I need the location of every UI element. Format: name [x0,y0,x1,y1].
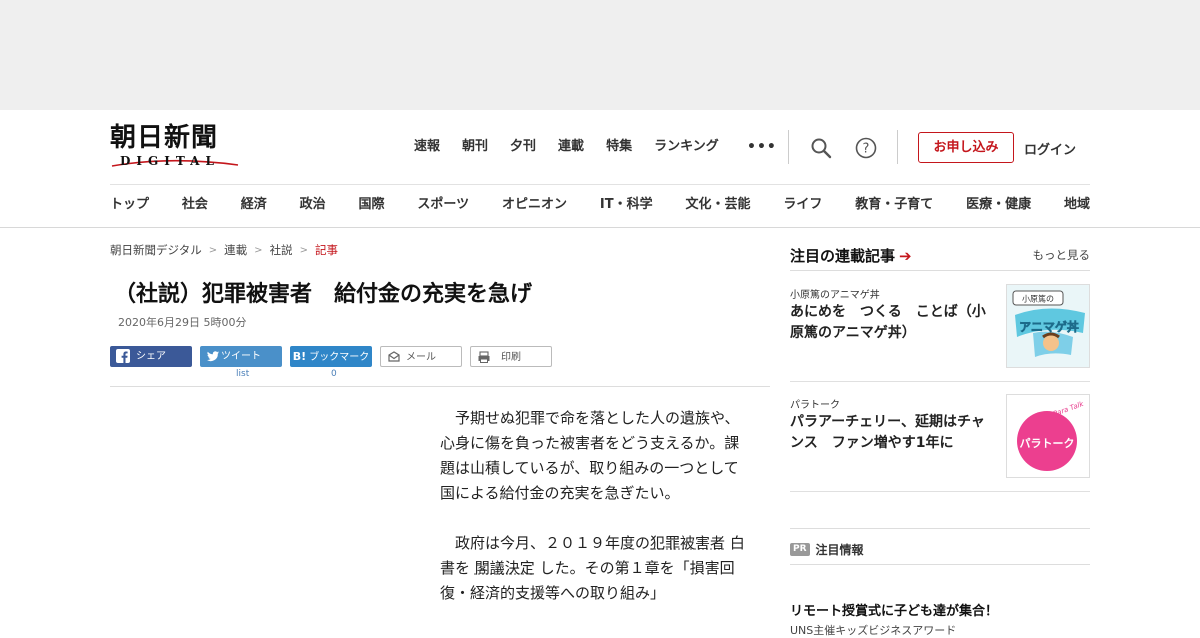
more-menu-icon[interactable]: ••• [747,139,777,155]
breadcrumb: 朝日新聞デジタル > 連載 > 社説 > 記事 [110,242,338,258]
mail-button[interactable]: メール [380,346,462,367]
category-item[interactable]: 社会 [182,196,208,216]
breadcrumb-separator: > [299,244,308,256]
category-item[interactable]: IT・科学 [600,196,653,216]
breadcrumb-separator: > [208,244,218,256]
tweet-count[interactable]: list [236,369,249,379]
anime-thumbnail-image: 小原篤の アニマゲ丼 [1007,285,1089,367]
pr-label: 注目情報 [815,543,864,557]
featured-series-header: 注目の連載記事 ➔ もっと見る [790,245,1090,271]
facebook-icon [116,349,130,363]
pr-subline[interactable]: UNS主催キッズビジネスアワード [790,622,956,638]
category-item[interactable]: ライフ [783,196,822,216]
subscribe-button[interactable]: お申し込み [918,132,1014,163]
series-headline[interactable]: あにめを つくる ことば（小原篤のアニマゲ丼） [790,302,995,344]
mail-icon [388,351,400,362]
search-icon[interactable] [809,136,833,160]
facebook-share-label: シェア [136,351,166,362]
arrow-right-icon[interactable]: ➔ [899,247,912,265]
twitter-icon [207,351,219,362]
category-item[interactable]: オピニオン [502,196,567,216]
category-item[interactable]: 文化・芸能 [685,196,750,216]
article-date: 2020年6月29日 5時00分 [118,316,247,329]
glossary-link[interactable]: 閣議決定 [475,559,535,577]
site-logo[interactable]: 朝日新聞 DIGITAL [110,124,245,170]
category-item[interactable]: 国際 [359,196,385,216]
pr-divider [790,564,1090,565]
top-nav: 速報 朝刊 夕刊 連載 特集 ランキング [414,138,741,156]
topnav-item[interactable]: 特集 [606,138,632,156]
hatena-label: ブックマーク [309,352,370,363]
mail-label: メール [406,352,436,363]
series-card[interactable]: パラトーク パラアーチェリー、延期はチャンス ファン増やす1年に Para Ta… [790,382,1090,492]
article-paragraph: 政府は今月、２０１９年度の犯罪被害者 白書を 閣議決定 した。その第１章を「損害… [440,531,750,606]
thumbnail-art-text: パラトーク [1020,437,1075,450]
print-label: 印刷 [501,352,521,363]
series-category[interactable]: 小原篤のアニマゲ丼 [790,286,880,301]
series-card[interactable]: 小原篤のアニマゲ丼 あにめを つくる ことば（小原篤のアニマゲ丼） 小原篤の ア… [790,272,1090,382]
share-divider [110,386,770,387]
category-item[interactable]: 経済 [241,196,267,216]
category-item[interactable]: 地域 [1064,196,1090,216]
hatena-icon: B! [292,350,307,363]
breadcrumb-item[interactable]: 社説 [270,242,293,258]
series-category[interactable]: パラトーク [790,396,840,411]
tweet-label: ツイート [221,351,261,362]
paratalk-thumbnail-image: Para Talk パラトーク [1007,395,1089,477]
topnav-item[interactable]: ランキング [654,138,719,156]
breadcrumb-current: 記事 [314,243,338,257]
category-item[interactable]: 教育・子育て [855,196,933,216]
pr-section-header: PR 注目情報 [790,528,1090,564]
header-divider [110,184,1090,185]
thumbnail-label: 小原篤の [1022,294,1054,304]
category-item[interactable]: 医療・健康 [966,196,1031,216]
article-paragraph: 予期せぬ犯罪で命を落とした人の遺族や、心身に傷を負った被害者をどう支えるか。課題… [440,409,740,502]
login-link[interactable]: ログイン [1024,139,1076,158]
topnav-item[interactable]: 速報 [414,138,440,156]
breadcrumb-separator: > [254,244,263,256]
facebook-share-button[interactable]: シェア [110,346,192,367]
category-nav: トップ 社会 経済 政治 国際 スポーツ オピニオン IT・科学 文化・芸能 ラ… [110,196,1090,216]
pr-headline[interactable]: リモート授賞式に子ども達が集合！ [790,600,998,619]
category-item[interactable]: 政治 [300,196,326,216]
glossary-link[interactable]: 犯罪被害者 [650,534,725,552]
svg-text:?: ? [863,142,870,157]
article-body: 予期せぬ犯罪で命を落とした人の遺族や、心身に傷を負った被害者をどう支えるか。課題… [440,406,750,631]
logo-subtext: DIGITAL [120,154,220,168]
hatena-count[interactable]: 0 [331,369,337,379]
series-thumbnail[interactable]: Para Talk パラトーク [1006,394,1090,478]
topnav-item[interactable]: 朝刊 [462,138,488,156]
hatena-bookmark-button[interactable]: B! ブックマーク [290,346,372,367]
pr-badge: PR [790,543,810,556]
topnav-item[interactable]: 連載 [558,138,584,156]
print-icon [478,351,490,363]
tweet-button[interactable]: ツイート [200,346,282,367]
series-headline[interactable]: パラアーチェリー、延期はチャンス ファン増やす1年に [790,412,995,454]
featured-series-title[interactable]: 注目の連載記事 [790,247,895,265]
category-item[interactable]: スポーツ [417,196,469,216]
see-more-link[interactable]: もっと見る [1033,247,1091,263]
thumbnail-art-text: アニマゲ丼 [1019,319,1079,334]
breadcrumb-item[interactable]: 連載 [224,242,247,258]
print-button[interactable]: 印刷 [470,346,552,367]
article-title: （社説）犯罪被害者 給付金の充実を急げ [114,282,533,307]
breadcrumb-item[interactable]: 朝日新聞デジタル [110,242,202,258]
share-bar: シェア ツイート B! ブックマーク メール 印刷 [110,346,560,367]
ad-banner [0,0,1200,110]
series-thumbnail[interactable]: 小原篤の アニマゲ丼 [1006,284,1090,368]
help-icon[interactable]: ? [854,136,878,160]
logo-text: 朝日新聞 [110,123,219,153]
body-text: 政府は今月、２０１９年度の [455,534,651,552]
topnav-item[interactable]: 夕刊 [510,138,536,156]
divider [897,130,898,164]
divider [788,130,789,164]
category-item[interactable]: トップ [110,196,149,216]
